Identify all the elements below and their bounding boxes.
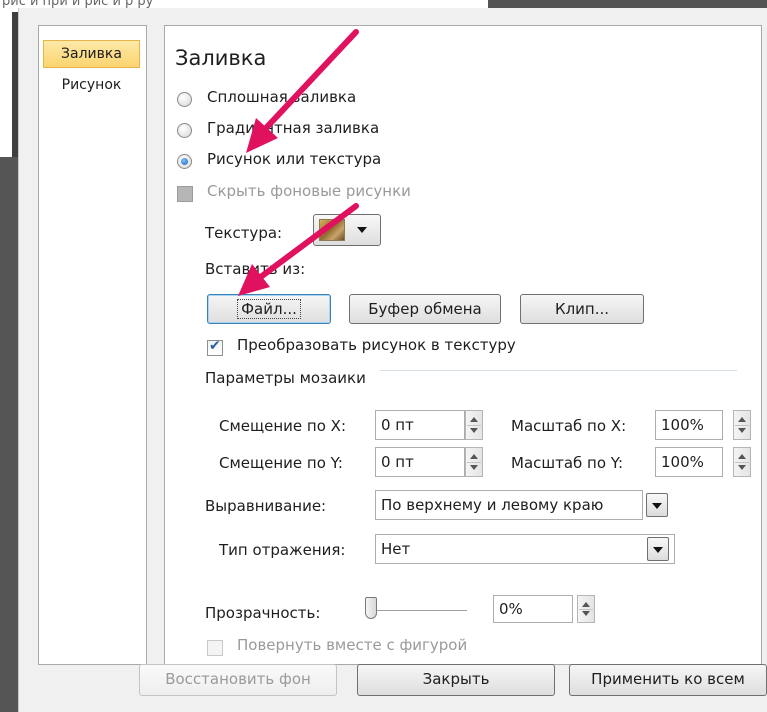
annotation-arrow-icon [238, 203, 359, 296]
annotation-arrows [238, 29, 359, 296]
annotation-arrow-icon [246, 29, 359, 153]
